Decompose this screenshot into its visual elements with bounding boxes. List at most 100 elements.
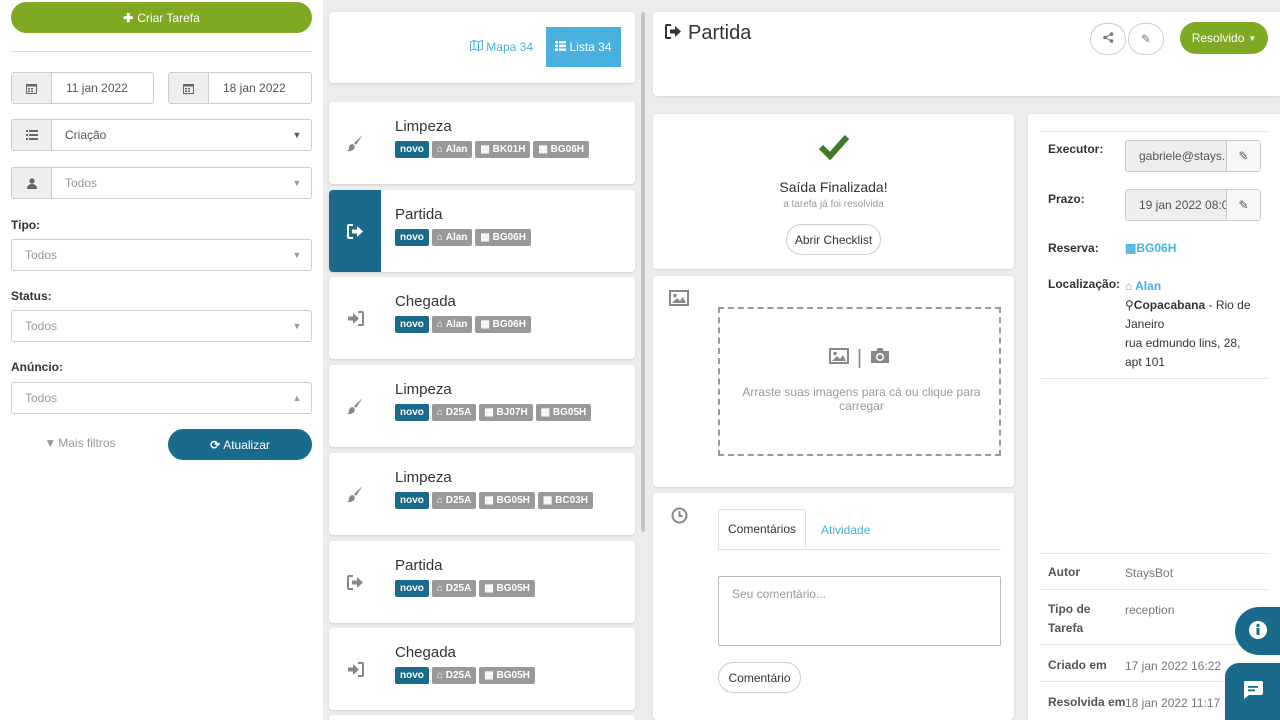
view-toggle-card: Mapa 34 Lista 34: [329, 12, 635, 83]
deadline-field[interactable]: 19 jan 2022 08:0 ✎: [1125, 189, 1261, 221]
sign-out-icon: [329, 190, 381, 272]
resolved-at-label: Resolvida em: [1048, 695, 1126, 709]
list-item[interactable]: Chegada novo ⌂ D25A ▦ BG05H: [329, 628, 635, 710]
tabs-divider: [718, 549, 1001, 550]
tag-label: BG05H: [552, 407, 587, 418]
tag-label: Alan: [445, 319, 468, 330]
tag-label: BG06H: [550, 144, 585, 155]
tag-label: D25A: [445, 670, 472, 681]
chat-fab-button[interactable]: [1225, 663, 1280, 720]
caret-down-icon: ▼: [292, 321, 302, 331]
home-icon: ⌂: [436, 407, 446, 418]
tag-badge: ⌂ Alan: [431, 141, 473, 158]
divider: [1041, 378, 1267, 379]
comment-submit-button[interactable]: Comentário: [718, 662, 801, 693]
type-select[interactable]: Todos ▼: [11, 239, 312, 271]
filter-icon: ▼: [44, 436, 57, 450]
listing-select[interactable]: Todos ▲: [11, 382, 312, 414]
order-select[interactable]: Criação ▼: [11, 119, 312, 151]
list-item[interactable]: Limpeza novo ⌂ D25A ▦ BG05H ▦ BC03H: [329, 453, 635, 535]
deadline-value: 19 jan 2022 08:0: [1139, 198, 1226, 212]
more-filters-link[interactable]: ▼ Mais filtros: [0, 436, 160, 450]
tag-label: D25A: [445, 583, 472, 594]
executor-value: gabriele@stays.: [1139, 149, 1226, 163]
open-checklist-button[interactable]: Abrir Checklist: [786, 224, 881, 255]
task-type-label: Tipo de Tarefa: [1048, 600, 1090, 638]
home-icon: ⌂: [436, 495, 446, 506]
status-badge: novo: [395, 667, 429, 684]
location-label: Localização:: [1048, 277, 1121, 291]
list-item[interactable]: [329, 715, 635, 720]
image-dropzone[interactable]: | Arraste suas imagens para cá ou clique…: [718, 307, 1001, 456]
pencil-icon[interactable]: ✎: [1226, 141, 1260, 171]
map-view-label: Mapa 34: [486, 40, 533, 54]
location-owner-link[interactable]: ⌂ Alan: [1125, 277, 1255, 296]
tab-activity[interactable]: Atividade: [821, 523, 870, 537]
tag-label: BJ07H: [496, 407, 528, 418]
create-task-button[interactable]: ✚ Criar Tarefa: [11, 2, 312, 33]
executor-field[interactable]: gabriele@stays. ✎: [1125, 140, 1261, 172]
resolved-at-value: 18 jan 2022 11:17: [1125, 696, 1221, 710]
calendar-icon: ▦: [538, 144, 551, 155]
date-from-field[interactable]: 11 jan 2022: [11, 72, 154, 104]
calendar-icon: ▦: [540, 407, 553, 418]
status-select[interactable]: Todos ▼: [11, 310, 312, 342]
reservation-label: Reserva:: [1048, 241, 1099, 255]
task-list-scrollbar[interactable]: [641, 12, 645, 532]
task-type-value: reception: [1125, 603, 1175, 617]
reservation-link[interactable]: ▦BG06H: [1125, 241, 1176, 255]
refresh-icon: ⟳: [210, 437, 221, 452]
list-item[interactable]: Partida novo ⌂ Alan ▦ BG06H: [329, 190, 635, 272]
list-view-button[interactable]: Lista 34: [546, 27, 621, 67]
calendar-icon: ▦: [480, 232, 493, 243]
share-button[interactable]: [1090, 23, 1126, 55]
filter-sidebar: ✚ Criar Tarefa 11 jan 2022 18 jan 2022 C…: [0, 0, 323, 720]
pencil-icon[interactable]: ✎: [1226, 190, 1260, 220]
tag-badge: ⌂ D25A: [431, 404, 477, 421]
check-subtitle: a tarefa já foi resolvida: [783, 199, 884, 210]
calendar-icon: ▦: [484, 583, 497, 594]
tag-badge: ▦ BG05H: [479, 667, 535, 684]
comment-input[interactable]: Seu comentário...: [718, 576, 1001, 646]
home-icon: ⌂: [436, 670, 446, 681]
task-title: Limpeza: [395, 381, 452, 398]
status-badge: novo: [395, 580, 429, 597]
chat-icon: [1242, 680, 1264, 703]
user-icon: [12, 168, 52, 198]
caret-down-icon: ▼: [292, 250, 302, 260]
info-fab-button[interactable]: [1235, 607, 1280, 655]
list-item[interactable]: Limpeza novo ⌂ Alan ▦ BK01H ▦ BG06H: [329, 102, 635, 184]
caret-down-icon: ▼: [292, 178, 302, 188]
tag-badge: ⌂ D25A: [431, 580, 477, 597]
list-item[interactable]: Limpeza novo ⌂ D25A ▦ BJ07H ▦ BG05H: [329, 365, 635, 447]
status-badge: novo: [395, 316, 429, 333]
tag-badge: ▦ BC03H: [537, 492, 593, 509]
date-to-field[interactable]: 18 jan 2022: [168, 72, 312, 104]
list-item[interactable]: Chegada novo ⌂ Alan ▦ BG06H: [329, 277, 635, 359]
update-button[interactable]: ⟳ Atualizar: [168, 429, 312, 460]
info-icon: [1248, 620, 1268, 643]
status-badge: novo: [395, 404, 429, 421]
edit-button[interactable]: ✎: [1128, 23, 1164, 55]
divider: [1041, 553, 1267, 554]
home-icon: ⌂: [436, 583, 446, 594]
status-badge: novo: [395, 141, 429, 158]
tag-label: novo: [400, 495, 424, 506]
map-view-button[interactable]: Mapa 34: [470, 39, 533, 54]
tab-comments[interactable]: Comentários: [718, 509, 806, 549]
divider: [11, 51, 312, 52]
resolved-status-button[interactable]: Resolvido ▼: [1180, 22, 1268, 54]
divider: [1041, 131, 1267, 132]
task-tags: novo ⌂ Alan ▦ BG06H: [395, 316, 531, 333]
resolved-label: Resolvido: [1191, 31, 1245, 45]
tag-label: Alan: [445, 144, 468, 155]
home-icon: ⌂: [1125, 279, 1136, 293]
calendar-icon: [169, 73, 209, 103]
task-tags: novo ⌂ D25A ▦ BJ07H ▦ BG05H: [395, 404, 592, 421]
dropzone-icons: |: [720, 347, 999, 370]
tag-label: novo: [400, 232, 424, 243]
list-item[interactable]: Partida novo ⌂ D25A ▦ BG05H: [329, 541, 635, 623]
tag-label: BG05H: [496, 495, 530, 506]
person-select[interactable]: Todos ▼: [11, 167, 312, 199]
home-icon: ⌂: [436, 232, 446, 243]
